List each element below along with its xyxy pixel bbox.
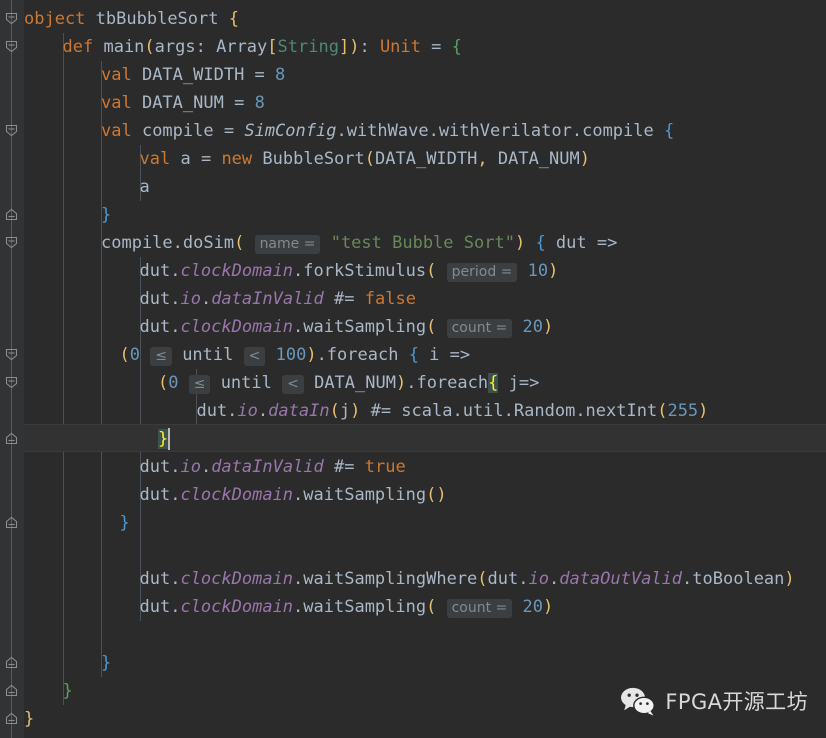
code-line[interactable] — [0, 621, 826, 649]
code-line[interactable]: } — [0, 509, 826, 537]
inlay-hint: count = — [446, 599, 513, 618]
code-line[interactable]: } — [0, 201, 826, 229]
inlay-hint: period = — [446, 263, 518, 282]
code-line-text: } — [24, 709, 35, 729]
code-line-text: dut.clockDomain.waitSampling( count = 20… — [139, 597, 554, 618]
code-line[interactable]: a — [0, 173, 826, 201]
code-line-text: } — [101, 205, 112, 225]
code-line-text: (0 ≤ until < DATA_NUM).foreach{ j=> — [157, 373, 540, 394]
inlay-hint: count = — [446, 319, 513, 338]
code-line[interactable]: val DATA_WIDTH = 8 — [0, 61, 826, 89]
code-line-text: val a = new BubbleSort(DATA_WIDTH, DATA_… — [139, 149, 591, 169]
code-line-text: dut.clockDomain.waitSamplingWhere(dut.io… — [139, 569, 795, 589]
code-line[interactable]: val compile = SimConfig.withWave.withVer… — [0, 117, 826, 145]
code-line[interactable]: dut.clockDomain.forkStimulus( period = 1… — [0, 257, 826, 285]
code-line-text: } — [101, 653, 112, 673]
code-line-text: dut.io.dataInValid #= true — [139, 457, 406, 477]
watermark: FPGA开源工坊 — [620, 686, 808, 716]
code-line-text: dut.io.dataIn(j) #= scala.util.Random.ne… — [196, 401, 709, 421]
code-line-text: a — [139, 177, 150, 197]
code-line[interactable]: object tbBubbleSort { — [0, 5, 826, 33]
code-line[interactable]: dut.clockDomain.waitSampling( count = 20… — [0, 313, 826, 341]
code-line-text: } — [62, 681, 73, 701]
code-line[interactable]: dut.clockDomain.waitSampling() — [0, 481, 826, 509]
code-line-text: compile.doSim( name = "test Bubble Sort"… — [101, 233, 618, 254]
code-line[interactable]: } — [0, 425, 826, 453]
code-line-text: val DATA_WIDTH = 8 — [101, 65, 286, 85]
code-line-text: } — [157, 429, 169, 449]
code-line[interactable]: (0 ≤ until < DATA_NUM).foreach{ j=> — [0, 369, 826, 397]
wechat-icon — [620, 686, 656, 716]
code-line[interactable]: (0 ≤ until < 100).foreach { i => — [0, 341, 826, 369]
code-line-text: (0 ≤ until < 100).foreach { i => — [119, 345, 471, 366]
code-line-text: def main(args: Array[String]): Unit = { — [62, 37, 462, 57]
code-line[interactable]: def main(args: Array[String]): Unit = { — [0, 33, 826, 61]
code-content[interactable]: object tbBubbleSort { def main(args: Arra… — [0, 0, 826, 738]
code-line[interactable]: dut.clockDomain.waitSampling( count = 20… — [0, 593, 826, 621]
code-line-text: dut.clockDomain.waitSampling() — [139, 485, 447, 505]
watermark-label: FPGA开源工坊 — [665, 690, 808, 714]
code-line[interactable]: dut.clockDomain.waitSamplingWhere(dut.io… — [0, 565, 826, 593]
code-line-text: dut.clockDomain.forkStimulus( period = 1… — [139, 261, 559, 282]
code-line[interactable]: compile.doSim( name = "test Bubble Sort"… — [0, 229, 826, 257]
inlay-hint: < — [243, 347, 266, 366]
inlay-hint: ≤ — [150, 347, 172, 366]
code-editor[interactable]: object tbBubbleSort { def main(args: Arra… — [0, 0, 826, 738]
code-line[interactable]: dut.io.dataIn(j) #= scala.util.Random.ne… — [0, 397, 826, 425]
code-line-text: val DATA_NUM = 8 — [101, 93, 265, 113]
text-caret — [168, 428, 171, 450]
code-line[interactable]: dut.io.dataInValid #= true — [0, 453, 826, 481]
code-line-text: val compile = SimConfig.withWave.withVer… — [101, 121, 675, 141]
code-line[interactable]: val a = new BubbleSort(DATA_WIDTH, DATA_… — [0, 145, 826, 173]
code-line[interactable]: dut.io.dataInValid #= false — [0, 285, 826, 313]
inlay-hint: name = — [254, 235, 321, 254]
inlay-hint: ≤ — [188, 375, 211, 394]
code-line-text: dut.io.dataInValid #= false — [139, 289, 416, 309]
code-line[interactable]: } — [0, 649, 826, 677]
inlay-hint: < — [282, 375, 304, 394]
code-line-text: object tbBubbleSort { — [24, 9, 239, 29]
code-line[interactable]: val DATA_NUM = 8 — [0, 89, 826, 117]
code-line[interactable] — [0, 537, 826, 565]
code-line-text: dut.clockDomain.waitSampling( count = 20… — [139, 317, 554, 338]
code-line-text: } — [119, 513, 130, 533]
